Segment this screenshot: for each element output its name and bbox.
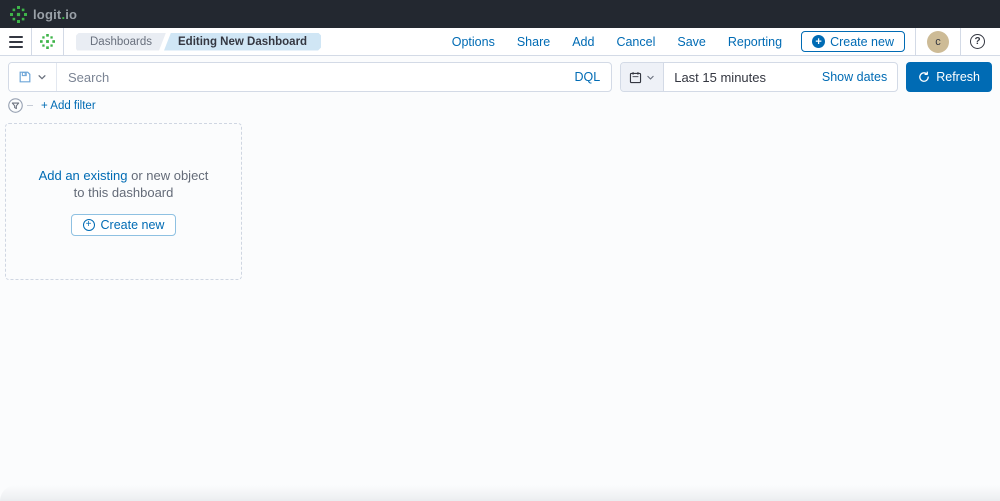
- nav-divider-2: [960, 28, 961, 55]
- date-picker: Last 15 minutes Show dates: [620, 62, 899, 92]
- logo-text: logit.io: [33, 6, 78, 22]
- add-existing-link[interactable]: Add an existing: [39, 168, 128, 183]
- app-window: logit.io Dashboards Editing New Dashboar…: [0, 0, 1000, 501]
- dql-button[interactable]: DQL: [564, 70, 612, 84]
- create-new-button[interactable]: + Create new: [801, 31, 905, 52]
- add-filter-link[interactable]: + Add filter: [41, 100, 96, 112]
- app-home-button[interactable]: [32, 28, 64, 55]
- search-box: DQL: [8, 62, 613, 92]
- date-quick-select-button[interactable]: [621, 63, 665, 91]
- panel-create-new-label: Create new: [100, 218, 165, 232]
- help-icon[interactable]: ?: [970, 34, 985, 49]
- dashboard-canvas: Add an existing or new object to this da…: [0, 119, 1000, 501]
- logit-app-icon: [40, 34, 55, 49]
- nav-link-reporting[interactable]: Reporting: [717, 35, 793, 49]
- query-bar: DQL Last 15 minutes Show dates: [0, 56, 1000, 97]
- refresh-button[interactable]: Refresh: [906, 62, 992, 92]
- chevron-down-icon: [38, 75, 46, 80]
- time-range-value[interactable]: Last 15 minutes: [664, 70, 812, 85]
- user-avatar[interactable]: c: [927, 30, 949, 53]
- nav-link-cancel[interactable]: Cancel: [605, 35, 666, 49]
- nav-right: Options Share Add Cancel Save Reporting …: [441, 28, 1000, 55]
- refresh-label: Refresh: [936, 70, 980, 84]
- refresh-icon: [919, 71, 930, 82]
- breadcrumb-dashboards[interactable]: Dashboards: [76, 33, 166, 51]
- breadcrumb-editing-new-dashboard: Editing New Dashboard: [164, 33, 321, 51]
- empty-panel-text: Add an existing or new object to this da…: [39, 167, 209, 201]
- show-dates-button[interactable]: Show dates: [812, 70, 897, 84]
- nav-link-options[interactable]: Options: [441, 35, 506, 49]
- nav-link-share[interactable]: Share: [506, 35, 561, 49]
- calendar-icon: [630, 71, 642, 83]
- nav-divider: [915, 28, 916, 55]
- filter-options-icon[interactable]: [8, 98, 23, 113]
- nav-link-add[interactable]: Add: [561, 35, 605, 49]
- plus-circle-icon: +: [812, 35, 826, 48]
- panel-text-line2: to this dashboard: [73, 185, 174, 200]
- nav-left: Dashboards Editing New Dashboard: [0, 28, 321, 55]
- plus-circle-outline-icon: +: [82, 219, 95, 231]
- nav-link-save[interactable]: Save: [666, 35, 717, 49]
- saved-query-menu-button[interactable]: [9, 63, 57, 91]
- logit-logo: logit.io: [10, 5, 78, 23]
- navbar: Dashboards Editing New Dashboard Options…: [0, 28, 1000, 56]
- empty-dashboard-panel: Add an existing or new object to this da…: [5, 123, 242, 280]
- create-new-label: Create new: [830, 34, 894, 49]
- breadcrumb: Dashboards Editing New Dashboard: [76, 28, 321, 55]
- filter-bar: + Add filter: [0, 97, 1000, 119]
- search-input[interactable]: [57, 69, 564, 85]
- save-query-icon: [19, 71, 31, 83]
- panel-text-rest: or new object: [127, 168, 209, 183]
- brand-topbar: logit.io: [0, 0, 1000, 28]
- chevron-down-icon: [647, 75, 654, 80]
- panel-create-new-button[interactable]: + Create new: [70, 214, 177, 236]
- filter-divider: [27, 105, 33, 106]
- menu-button[interactable]: [0, 28, 32, 55]
- hamburger-icon: [8, 35, 23, 48]
- logit-starburst-icon: [10, 5, 27, 23]
